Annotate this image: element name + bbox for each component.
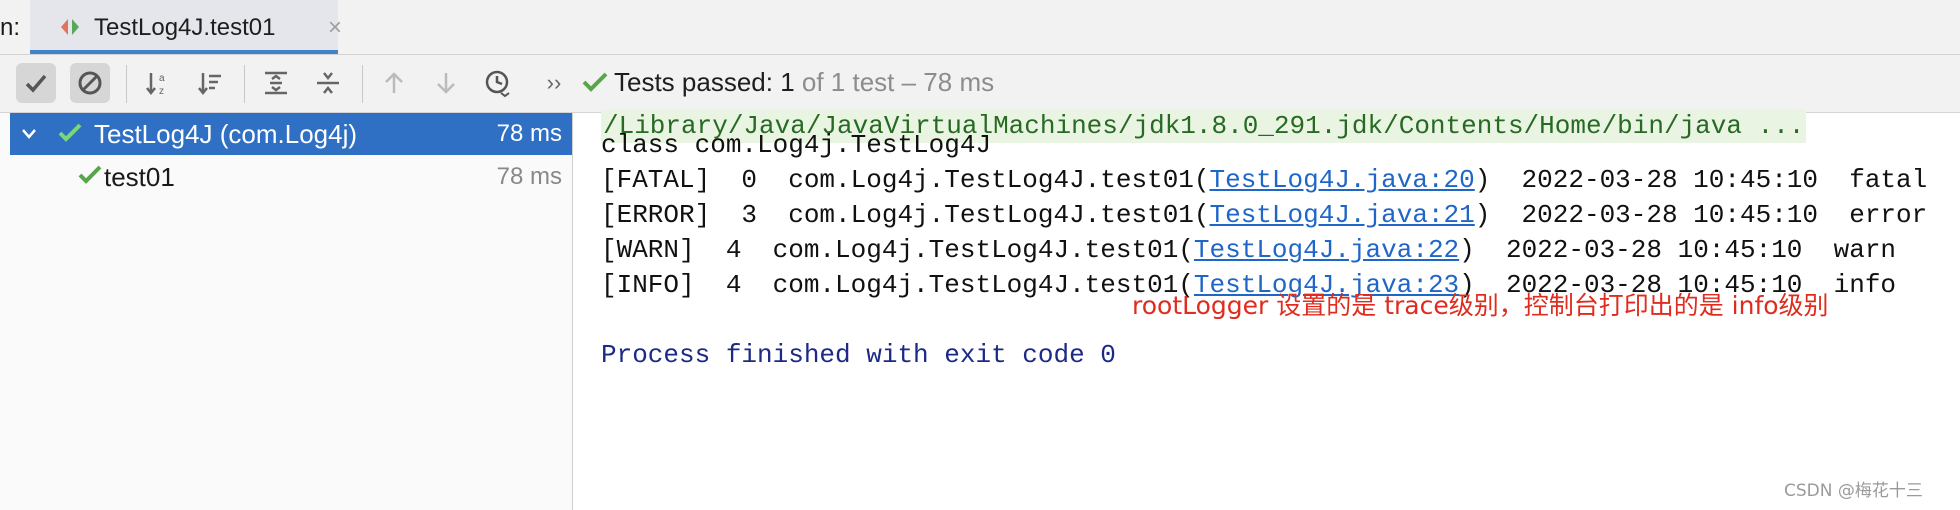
log-line-warn: [WARN] 4 com.Log4j.TestLog4J.test01(Test… bbox=[601, 235, 1896, 265]
check-icon bbox=[582, 72, 608, 92]
tab-title: TestLog4J.test01 bbox=[94, 14, 276, 41]
junit-run-icon bbox=[58, 16, 84, 38]
process-finished-line: Process finished with exit code 0 bbox=[601, 340, 1116, 370]
expand-all-icon bbox=[265, 71, 287, 95]
expand-all-button[interactable] bbox=[256, 63, 296, 103]
log-line-fatal: [FATAL] 0 com.Log4j.TestLog4J.test01(Tes… bbox=[601, 165, 1927, 195]
collapse-all-icon bbox=[317, 72, 339, 94]
test-history-button[interactable] bbox=[478, 63, 518, 103]
tree-row-test01[interactable]: test01 78 ms bbox=[10, 156, 572, 196]
show-ignored-button[interactable] bbox=[70, 63, 110, 103]
next-failed-icon bbox=[437, 73, 455, 94]
show-ignored-icon bbox=[78, 71, 102, 95]
close-icon[interactable]: × bbox=[328, 14, 342, 42]
tests-total-duration: of 1 test – 78 ms bbox=[801, 67, 995, 97]
tree-root-time: 78 ms bbox=[496, 120, 562, 147]
previous-failed-button[interactable] bbox=[374, 63, 414, 103]
sort-alphabetically-button[interactable]: az bbox=[138, 63, 178, 103]
tree-child-label: test01 bbox=[104, 162, 175, 192]
more-icon[interactable]: ›› bbox=[534, 63, 574, 103]
log-text: ) 2022-03-28 10:45:10 error bbox=[1474, 200, 1928, 230]
tab-test-run[interactable]: TestLog4J.test01 × bbox=[30, 0, 342, 54]
tree-row-root[interactable]: TestLog4J (com.Log4j) 78 ms bbox=[10, 113, 572, 155]
console-class-line: class com.Log4j.TestLog4J bbox=[601, 130, 992, 160]
chevron-down-icon bbox=[22, 129, 36, 139]
tree-child-time: 78 ms bbox=[496, 163, 562, 190]
source-link[interactable]: TestLog4J.java:22 bbox=[1194, 235, 1459, 265]
test-history-icon bbox=[485, 70, 510, 98]
sort-by-duration-button[interactable] bbox=[190, 63, 230, 103]
log-text: ) 2022-03-28 10:45:10 warn bbox=[1459, 235, 1897, 265]
toolbar-separator bbox=[244, 65, 245, 103]
tree-root-label: TestLog4J (com.Log4j) bbox=[94, 119, 358, 149]
previous-failed-icon bbox=[385, 72, 403, 93]
collapse-all-button[interactable] bbox=[308, 63, 348, 103]
svg-text:z: z bbox=[159, 86, 164, 97]
show-passed-button[interactable] bbox=[16, 63, 56, 103]
watermark: CSDN @梅花十三 bbox=[1784, 481, 1923, 501]
tests-status: Tests passed: 1 of 1 test – 78 ms bbox=[582, 67, 994, 98]
toolbar-separator bbox=[362, 65, 363, 103]
passed-check-icon bbox=[58, 123, 82, 142]
log-text: ) 2022-03-28 10:45:10 fatal bbox=[1474, 165, 1928, 195]
source-link[interactable]: TestLog4J.java:20 bbox=[1210, 165, 1475, 195]
run-tab-bar: n: TestLog4J.test01 × bbox=[0, 0, 1960, 55]
show-passed-icon bbox=[25, 74, 47, 93]
sort-alphabetically-icon: az bbox=[146, 73, 165, 97]
run-label: n: bbox=[0, 14, 21, 41]
log-text: [FATAL] 0 com.Log4j.TestLog4J.test01( bbox=[601, 165, 1210, 195]
svg-text:a: a bbox=[159, 73, 165, 84]
sort-by-duration-icon bbox=[198, 73, 221, 96]
passed-check-icon bbox=[78, 165, 102, 184]
toolbar-separator bbox=[126, 65, 127, 103]
next-failed-button[interactable] bbox=[426, 63, 466, 103]
annotation-note: rootLogger 设置的是 trace级别，控制台打印出的是 info级别 bbox=[1132, 291, 1829, 320]
test-tree: TestLog4J (com.Log4j) 78 ms test01 78 ms bbox=[0, 113, 573, 510]
log-line-error: [ERROR] 3 com.Log4j.TestLog4J.test01(Tes… bbox=[601, 200, 1927, 230]
log-text: [ERROR] 3 com.Log4j.TestLog4J.test01( bbox=[601, 200, 1210, 230]
source-link[interactable]: TestLog4J.java:21 bbox=[1210, 200, 1475, 230]
log-text: [WARN] 4 com.Log4j.TestLog4J.test01( bbox=[601, 235, 1194, 265]
log-text: [INFO] 4 com.Log4j.TestLog4J.test01( bbox=[601, 270, 1194, 300]
tests-passed-count: Tests passed: 1 bbox=[614, 67, 795, 97]
